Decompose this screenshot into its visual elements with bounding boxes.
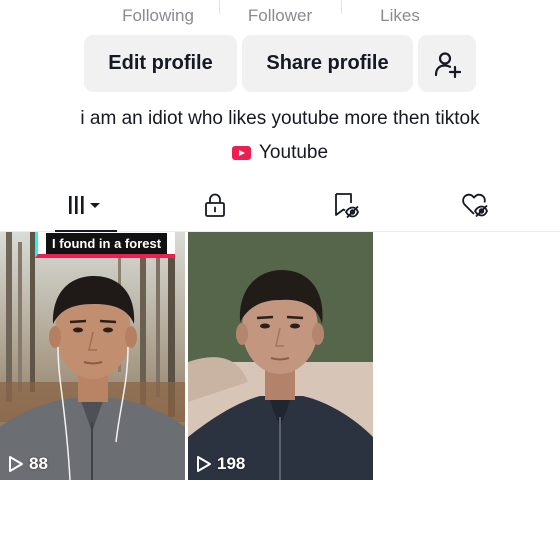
- youtube-link-label: Youtube: [259, 142, 329, 163]
- stat-divider: [341, 0, 342, 14]
- indoor-selfie-thumbnail: [188, 232, 373, 480]
- lock-icon: [205, 193, 225, 217]
- profile-bio: i am an idiot who likes youtube more the…: [80, 108, 480, 129]
- tab-private[interactable]: [180, 178, 250, 232]
- likes-label[interactable]: Likes: [380, 6, 420, 26]
- stats-row: Following Follower Likes: [0, 0, 560, 30]
- play-count-value: 88: [29, 454, 48, 473]
- tab-liked[interactable]: [440, 178, 510, 232]
- youtube-icon: [232, 146, 251, 160]
- share-profile-button[interactable]: Share profile: [242, 35, 413, 92]
- video-thumbnail[interactable]: 198: [188, 232, 373, 480]
- liked-icon: [462, 193, 488, 218]
- video-thumbnail[interactable]: I found in a forest 88: [0, 232, 185, 480]
- play-count: 88: [8, 454, 48, 474]
- play-count-value: 198: [217, 454, 246, 473]
- forest-selfie-thumbnail: [0, 232, 185, 480]
- stat-divider: [219, 0, 220, 14]
- youtube-link[interactable]: Youtube: [232, 141, 328, 165]
- tab-videos[interactable]: [50, 178, 120, 232]
- profile-tabs: [0, 178, 560, 232]
- following-label[interactable]: Following: [122, 6, 194, 26]
- follower-label[interactable]: Follower: [248, 6, 312, 26]
- play-icon: [9, 456, 23, 472]
- add-person-icon: [434, 51, 461, 78]
- video-caption: I found in a forest: [46, 232, 168, 254]
- profile-page: Following Follower Likes Edit profile Sh…: [0, 0, 560, 560]
- video-caption-banner: I found in a forest: [35, 232, 176, 258]
- video-grid: I found in a forest 88 198: [0, 232, 560, 480]
- add-friend-button[interactable]: [418, 35, 476, 92]
- saved-icon: [335, 193, 359, 219]
- play-count: 198: [196, 454, 245, 474]
- grid-videos-icon: [69, 196, 100, 214]
- tab-saved[interactable]: [310, 178, 380, 232]
- play-icon: [197, 456, 211, 472]
- edit-profile-button[interactable]: Edit profile: [84, 35, 237, 92]
